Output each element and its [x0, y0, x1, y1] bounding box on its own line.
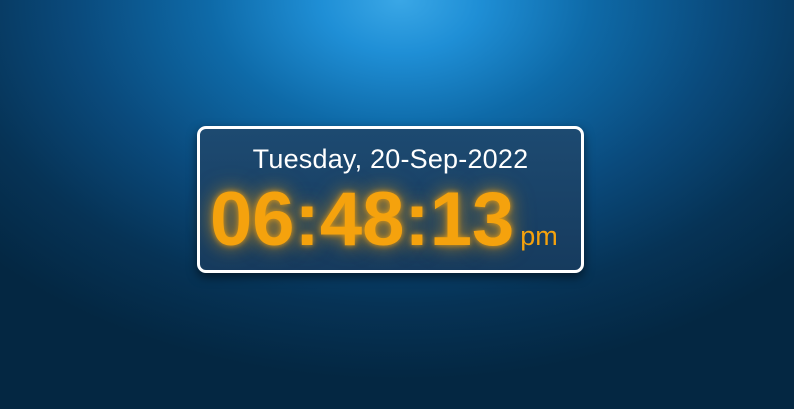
ampm-indicator: pm [520, 221, 558, 251]
time-row: 06:48:13 pm [210, 179, 558, 261]
clock-card: Tuesday, 20-Sep-2022 06:48:13 pm [197, 126, 584, 273]
time-display: 06:48:13 [210, 177, 515, 262]
date-display: Tuesday, 20-Sep-2022 [252, 144, 529, 174]
